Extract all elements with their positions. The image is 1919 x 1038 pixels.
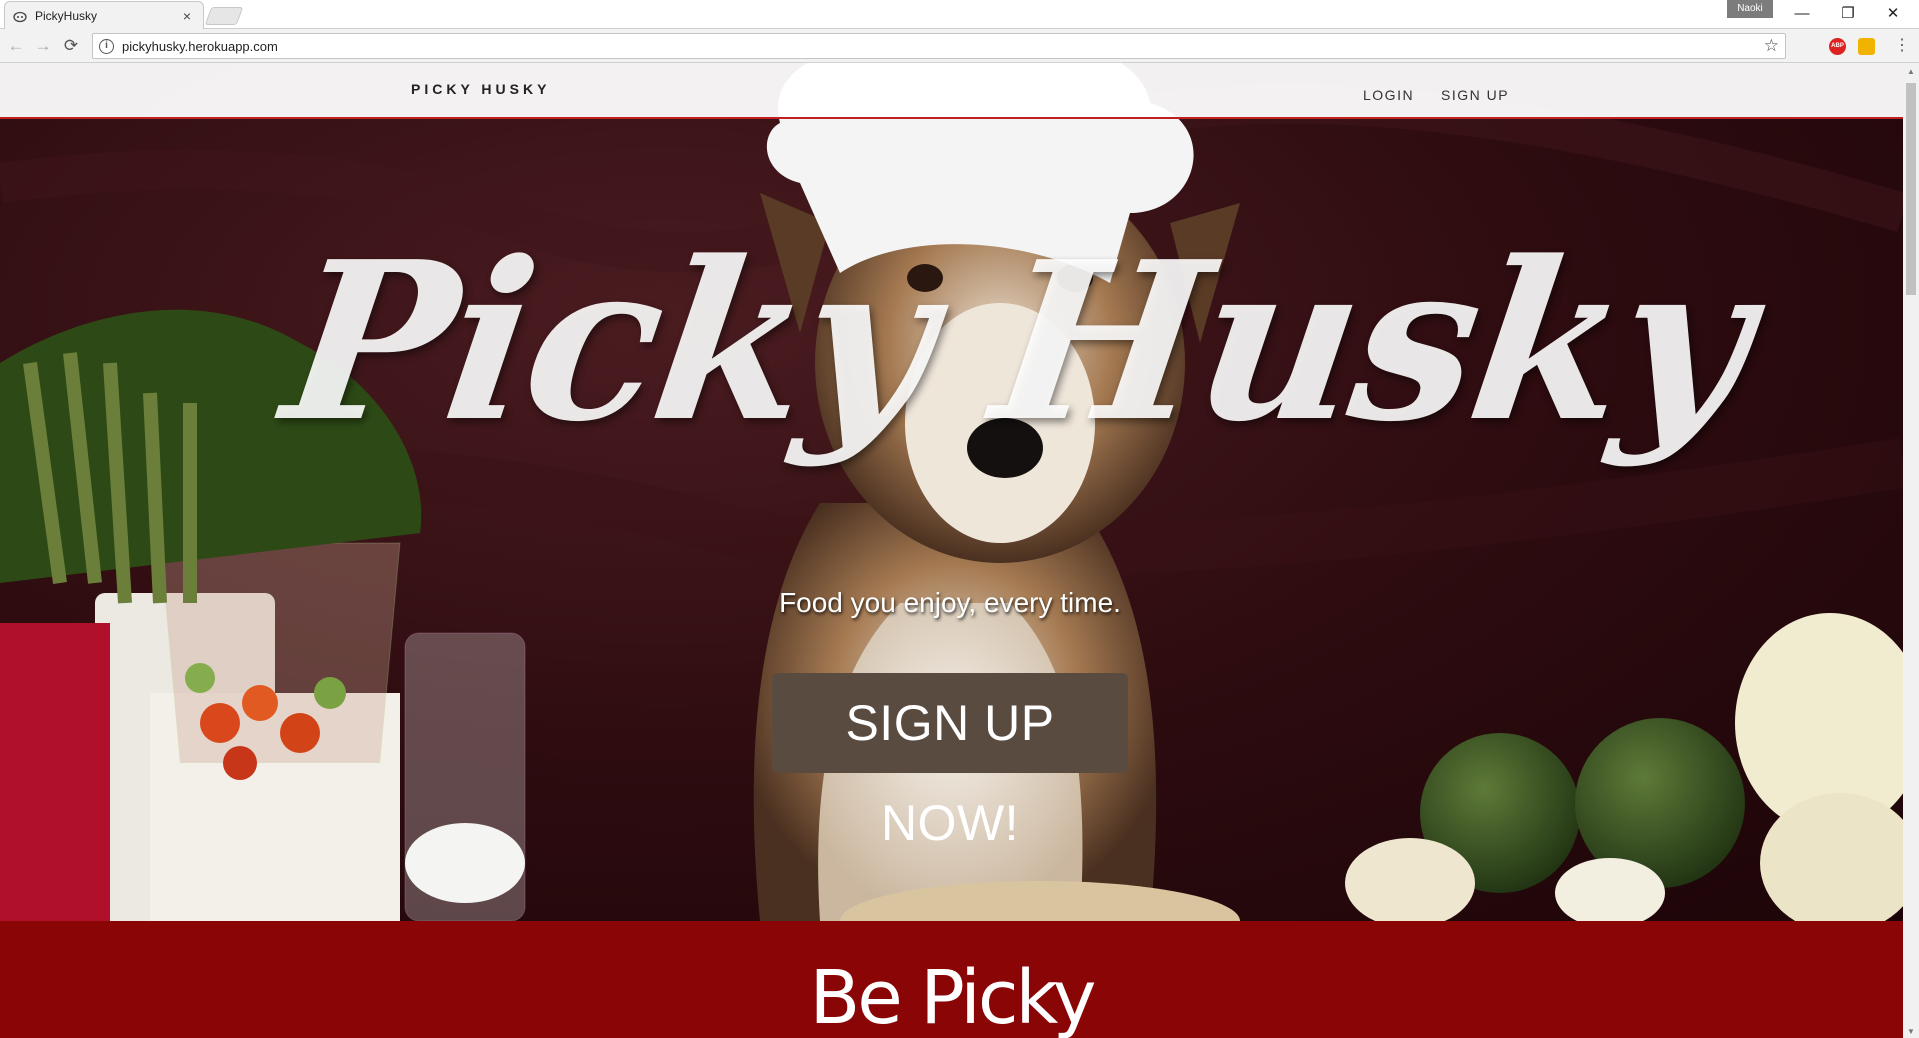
new-tab-button[interactable] bbox=[204, 7, 244, 25]
section-heading: Be Picky bbox=[809, 955, 1096, 1038]
tab-close-icon[interactable]: × bbox=[179, 8, 195, 24]
hero-title: Picky Husky bbox=[272, 214, 1763, 470]
bookmark-star-icon[interactable]: ☆ bbox=[1764, 36, 1779, 56]
url-text[interactable]: pickyhusky.herokuapp.com bbox=[122, 39, 1764, 54]
reload-icon[interactable]: ⟳ bbox=[61, 36, 81, 56]
address-bar[interactable]: i pickyhusky.herokuapp.com ☆ bbox=[92, 33, 1786, 59]
browser-toolbar: ← → ⟳ i pickyhusky.herokuapp.com ☆ ABP ⋮ bbox=[0, 30, 1919, 63]
minimize-button[interactable]: — bbox=[1782, 2, 1822, 26]
hero-section: Picky Husky Food you enjoy, every time. … bbox=[0, 63, 1903, 921]
close-window-button[interactable]: ✕ bbox=[1873, 2, 1913, 26]
page-viewport: Picky Husky Food you enjoy, every time. … bbox=[0, 63, 1903, 1038]
extension-icon[interactable] bbox=[1858, 38, 1875, 55]
page-scrollbar[interactable]: ▲ ▼ bbox=[1903, 63, 1919, 1038]
scrollbar-thumb[interactable] bbox=[1906, 83, 1916, 295]
profile-badge[interactable]: Naoki bbox=[1727, 0, 1773, 18]
signup-now-button[interactable]: SIGN UP NOW! bbox=[772, 673, 1128, 851]
brand-logo[interactable]: PICKY HUSKY bbox=[411, 81, 550, 97]
scroll-down-arrow-icon[interactable]: ▼ bbox=[1907, 1027, 1915, 1036]
adblock-extension-icon[interactable]: ABP bbox=[1829, 38, 1846, 55]
restore-button[interactable]: ❐ bbox=[1828, 2, 1868, 26]
back-arrow-icon[interactable]: ← bbox=[6, 36, 26, 56]
site-navbar: PICKY HUSKY LOGIN SIGN UP bbox=[0, 63, 1903, 119]
browser-tab[interactable]: PickyHusky × bbox=[4, 1, 204, 29]
browser-chrome: PickyHusky × Naoki — ❐ ✕ ← → ⟳ i pickyhu… bbox=[0, 0, 1919, 63]
hero-tagline: Food you enjoy, every time. bbox=[779, 587, 1121, 618]
tab-strip: PickyHusky × Naoki — ❐ ✕ bbox=[0, 0, 1919, 29]
nav-signup-link[interactable]: SIGN UP bbox=[1441, 87, 1509, 103]
be-picky-section: Be Picky bbox=[0, 921, 1903, 1038]
site-info-icon[interactable]: i bbox=[99, 38, 114, 54]
forward-arrow-icon[interactable]: → bbox=[33, 36, 53, 56]
nav-login-link[interactable]: LOGIN bbox=[1363, 87, 1414, 103]
browser-menu-icon[interactable]: ⋮ bbox=[1894, 35, 1910, 57]
tab-title: PickyHusky bbox=[35, 8, 98, 23]
husky-favicon-icon bbox=[13, 11, 27, 22]
scroll-up-arrow-icon[interactable]: ▲ bbox=[1907, 67, 1915, 76]
